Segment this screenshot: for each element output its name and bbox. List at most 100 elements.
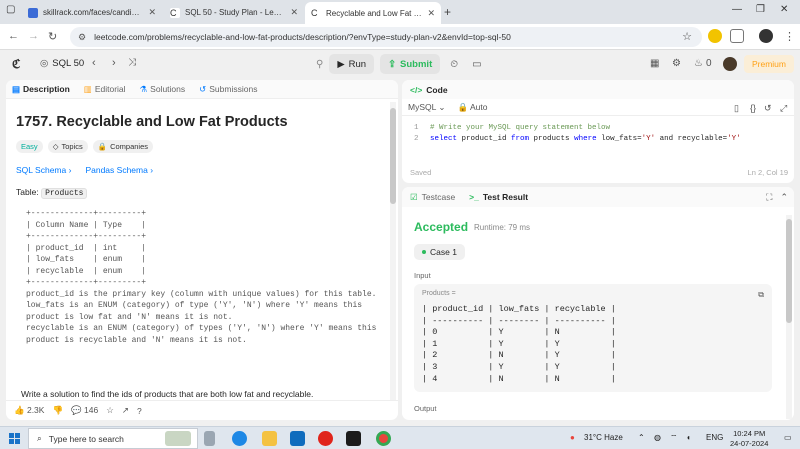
profile-avatar[interactable]: [759, 29, 773, 43]
notifications-icon[interactable]: ▭: [784, 433, 792, 442]
reload-icon[interactable]: ↻: [48, 30, 57, 43]
layout-icon[interactable]: ▦: [650, 58, 659, 69]
saved-status: Saved: [410, 168, 432, 177]
input-box: Products = ⧉ | product_id | low_fats | r…: [414, 284, 772, 392]
leetcode-favicon-icon: C: [311, 8, 321, 18]
browser-tab-recyclable[interactable]: C Recyclable and Low Fat Product ✕: [305, 2, 441, 24]
study-plan-link[interactable]: ◎ SQL 50: [40, 58, 84, 69]
windows-start-icon[interactable]: [9, 433, 20, 444]
help-icon[interactable]: ?: [137, 406, 142, 416]
shuffle-icon[interactable]: ⤨: [128, 57, 136, 68]
difficulty-badge: Easy: [16, 140, 43, 153]
language-select[interactable]: MySQL ⌄: [408, 102, 446, 113]
url-field[interactable]: ⚙ leetcode.com/problems/recyclable-and-l…: [70, 27, 702, 47]
reset-code-icon[interactable]: ↺: [764, 103, 772, 114]
expand-panel-icon[interactable]: ⛶: [766, 192, 772, 203]
problem-title[interactable]: 1757. Recyclable and Low Fat Products: [16, 114, 380, 130]
weather-icon[interactable]: ●: [570, 433, 575, 442]
tab-solutions[interactable]: ⚗ Solutions: [140, 84, 186, 95]
browser-tab-sql50[interactable]: C SQL 50 - Study Plan - LeetCode ✕: [164, 3, 304, 22]
wifi-icon[interactable]: ⌔: [670, 433, 678, 443]
forward-icon[interactable]: →: [28, 30, 39, 42]
result-panel: ☑ Testcase >_ Test Result ⛶ ⌃ Accepted R…: [402, 187, 794, 420]
dislike-icon[interactable]: 👎: [52, 405, 63, 416]
upload-icon: ⇪: [388, 58, 397, 70]
expand-icon[interactable]: ⤢: [780, 103, 787, 114]
language-indicator[interactable]: ENG: [706, 433, 723, 442]
fire-icon[interactable]: ♨: [694, 58, 703, 69]
search-icon: ⌕: [37, 433, 42, 443]
case-1-tab[interactable]: Case 1: [414, 244, 465, 260]
tab-editorial[interactable]: ▥ Editorial: [84, 84, 126, 95]
code-line-2[interactable]: 2 select product_id from products where l…: [414, 135, 741, 143]
taskbar-search-input[interactable]: ⌕ Type here to search: [28, 428, 198, 449]
share-icon[interactable]: ↗: [122, 405, 129, 416]
edge-browser-icon[interactable]: [232, 431, 247, 446]
runtime-label: Runtime: 79 ms: [474, 223, 531, 232]
favorite-star-icon[interactable]: ☆: [106, 405, 114, 416]
companies-tag[interactable]: 🔒 Companies: [92, 140, 154, 153]
extensions-puzzle-icon[interactable]: [730, 29, 744, 43]
file-explorer-icon[interactable]: [262, 431, 277, 446]
leetcode-favicon-icon: C: [170, 7, 180, 18]
description-text-2: low_fats is an ENUM (category) of type (…: [26, 301, 363, 322]
chrome-icon[interactable]: [376, 431, 391, 446]
close-tab-icon[interactable]: ✕: [427, 8, 435, 19]
auto-mode-toggle[interactable]: 🔒 Auto: [458, 102, 488, 113]
input-table: | product_id | low_fats | recyclable | |…: [422, 304, 616, 384]
table-name-chip: Products: [41, 188, 88, 199]
tab-search-icon[interactable]: ▢: [6, 4, 15, 15]
new-tab-icon[interactable]: +: [444, 5, 451, 19]
premium-button[interactable]: Premium: [744, 55, 794, 73]
opera-icon[interactable]: [318, 431, 333, 446]
timer-icon[interactable]: ⏲: [450, 59, 458, 70]
browser-tab-skillrack[interactable]: skillrack.com/faces/candidate/ ✕: [22, 3, 162, 22]
topics-tag[interactable]: ◇ Topics: [47, 140, 88, 153]
bookmark-icon[interactable]: ▯: [734, 103, 739, 114]
notes-icon[interactable]: ▭: [472, 59, 481, 70]
code-line-1[interactable]: 1 # Write your MySQL query statement belo…: [414, 124, 610, 132]
run-button[interactable]: ▶ Run: [329, 54, 375, 74]
comments-button[interactable]: 💬 146: [71, 405, 98, 416]
previous-problem-icon[interactable]: ‹: [92, 57, 96, 69]
window-close-icon[interactable]: ✕: [780, 4, 788, 15]
result-scrollbar[interactable]: [786, 215, 792, 419]
site-info-icon[interactable]: ⚙: [78, 32, 86, 43]
format-code-icon[interactable]: {}: [750, 103, 756, 113]
settings-gear-icon[interactable]: ⚙: [672, 58, 681, 69]
browser-tab-strip: skillrack.com/faces/candidate/ ✕ C SQL 5…: [0, 0, 800, 24]
show-hidden-icons-icon[interactable]: ⌃: [638, 433, 645, 442]
debug-icon[interactable]: ⚲: [316, 59, 323, 70]
pandas-schema-link[interactable]: Pandas Schema ›: [85, 165, 153, 175]
collapse-panel-icon[interactable]: ⌃: [780, 192, 788, 203]
close-tab-icon[interactable]: ✕: [148, 7, 156, 18]
weather-text[interactable]: 31°C Haze: [584, 433, 623, 442]
user-avatar[interactable]: [723, 57, 737, 71]
terminal-app-icon[interactable]: [346, 431, 361, 446]
taskbar-clock[interactable]: 10:24 PM 24-07-2024: [730, 429, 768, 449]
task-view-icon[interactable]: [204, 431, 215, 446]
tab-description[interactable]: ▤ Description: [12, 84, 70, 95]
bookmark-star-icon[interactable]: ☆: [682, 30, 692, 43]
tab-testcase[interactable]: ☑ Testcase: [410, 192, 455, 203]
close-tab-icon[interactable]: ✕: [290, 7, 298, 18]
sql-schema-link[interactable]: SQL Schema ›: [16, 165, 71, 175]
search-highlight-icon: [165, 431, 191, 446]
restore-icon[interactable]: ❐: [756, 4, 765, 15]
copy-icon[interactable]: ⧉: [758, 290, 764, 300]
next-problem-icon[interactable]: ›: [112, 57, 116, 69]
tab-submissions[interactable]: ↺ Submissions: [199, 84, 257, 95]
description-scrollbar[interactable]: [390, 102, 396, 400]
back-icon[interactable]: ←: [8, 30, 19, 42]
tab-test-result[interactable]: >_ Test Result: [469, 192, 528, 202]
leetcode-logo-icon[interactable]: ℭ: [12, 57, 24, 71]
minimize-icon[interactable]: —: [732, 4, 742, 15]
submit-button[interactable]: ⇪ Submit: [380, 54, 441, 74]
output-label: Output: [414, 404, 437, 413]
browser-menu-icon[interactable]: ⋮: [784, 30, 795, 43]
network-icon[interactable]: ◍: [654, 433, 661, 442]
mail-icon[interactable]: [290, 431, 305, 446]
like-button[interactable]: 👍 2.3K: [14, 405, 44, 416]
extension-icon[interactable]: [708, 29, 722, 43]
volume-icon[interactable]: ◖: [686, 433, 691, 442]
